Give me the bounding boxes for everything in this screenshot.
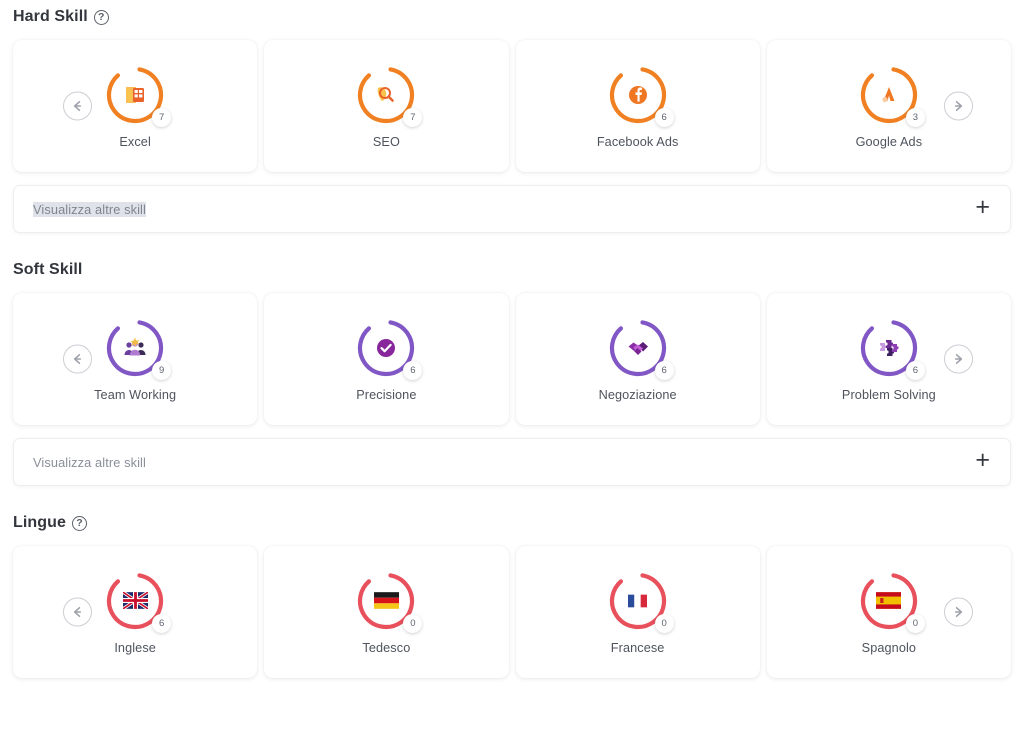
language-card-inglese[interactable]: 6 Inglese [13,546,258,678]
arrow-left-icon [73,353,82,365]
progress-ring: 0 [607,570,674,633]
arrow-right-icon [954,353,963,365]
progress-ring: 3 [858,64,925,127]
skills-page: Hard Skill ? 7 Excel 7 SEO 6 Facebook Ad… [0,0,1024,737]
skill-label: SEO [372,134,400,149]
arrow-left-icon [73,100,82,112]
section-title-text: Hard Skill [13,8,88,25]
skill-card-problem-solving[interactable]: 6 Problem Solving [766,293,1011,425]
help-icon[interactable]: ? [72,515,88,531]
carousel-prev-button[interactable] [63,344,92,374]
progress-ring: 7 [355,64,423,127]
language-label: Inglese [114,640,156,655]
language-label: Spagnolo [861,640,917,655]
language-label: Tedesco [362,640,411,655]
skill-label: Team Working [94,387,177,402]
skill-card-seo[interactable]: 7 SEO [264,40,509,172]
language-card-tedesco[interactable]: 0 Tedesco [264,546,509,678]
show-more-label[interactable]: Visualizza altre skill [33,201,146,217]
section-title-text: Lingue [13,514,67,531]
skill-level-badge: 7 [152,107,172,127]
section-title-lingue: Lingue ? [13,514,1011,532]
section-title-soft-skill: Soft Skill [13,261,1011,279]
language-level-badge: 0 [905,613,925,633]
show-more-bar-soft-skill[interactable]: Visualizza altre skill + [13,438,1011,486]
skill-label: Precisione [356,387,417,402]
skill-level-badge: 6 [905,360,925,380]
section-title-text: Soft Skill [13,261,83,278]
skill-level-badge: 3 [905,107,925,127]
show-more-bar-hard-skill[interactable]: Visualizza altre skill + [13,185,1011,233]
skill-level-badge: 9 [152,360,172,380]
progress-ring: 6 [858,317,925,380]
arrow-left-icon [73,606,82,618]
skill-card-negoziazione[interactable]: 6 Negoziazione [515,293,760,425]
arrow-right-icon [954,100,963,112]
skill-card-team-working[interactable]: 9 Team Working [13,293,258,425]
arrow-right-icon [954,606,963,618]
skill-label: Excel [119,134,151,149]
progress-ring: 6 [607,64,674,127]
skill-label: Problem Solving [841,387,936,402]
progress-ring: 9 [104,317,172,380]
skill-label: Negoziazione [598,387,677,402]
language-level-badge: 0 [403,613,423,633]
add-skill-button[interactable]: + [973,194,992,224]
language-level-badge: 6 [152,613,172,633]
language-card-francese[interactable]: 0 Francese [515,546,760,678]
progress-ring: 0 [858,570,925,633]
hard-skill-card-row: 7 Excel 7 SEO 6 Facebook Ads 3 Google Ad… [13,40,1011,172]
carousel-next-button[interactable] [944,597,973,627]
skill-card-facebook-ads[interactable]: 6 Facebook Ads [515,40,760,172]
progress-ring: 6 [607,317,674,380]
carousel-prev-button[interactable] [63,597,92,627]
help-icon[interactable]: ? [93,9,109,25]
skill-level-badge: 6 [654,107,674,127]
progress-ring: 0 [355,570,423,633]
add-skill-button[interactable]: + [973,447,992,477]
language-card-spagnolo[interactable]: 0 Spagnolo [766,546,1011,678]
progress-ring: 6 [355,317,423,380]
carousel-next-button[interactable] [944,91,973,121]
carousel-next-button[interactable] [944,344,973,374]
skill-level-badge: 6 [403,360,423,380]
progress-ring: 7 [104,64,172,127]
lingue-card-row: 6 Inglese 0 Tedesco 0 Francese 0 Spagnol… [13,546,1011,678]
skill-card-excel[interactable]: 7 Excel [13,40,258,172]
language-label: Francese [610,640,665,655]
language-level-badge: 0 [654,613,674,633]
soft-skill-card-row: 9 Team Working 6 Precisione 6 Negoziazio… [13,293,1011,425]
progress-ring: 6 [104,570,172,633]
section-title-hard-skill: Hard Skill ? [13,8,1011,26]
skill-level-badge: 6 [654,360,674,380]
carousel-prev-button[interactable] [63,91,92,121]
skill-level-badge: 7 [403,107,423,127]
skill-label: Facebook Ads [596,134,679,149]
show-more-label[interactable]: Visualizza altre skill [33,455,146,470]
skill-card-precisione[interactable]: 6 Precisione [264,293,509,425]
skill-card-google-ads[interactable]: 3 Google Ads [766,40,1011,172]
skill-label: Google Ads [855,134,923,149]
